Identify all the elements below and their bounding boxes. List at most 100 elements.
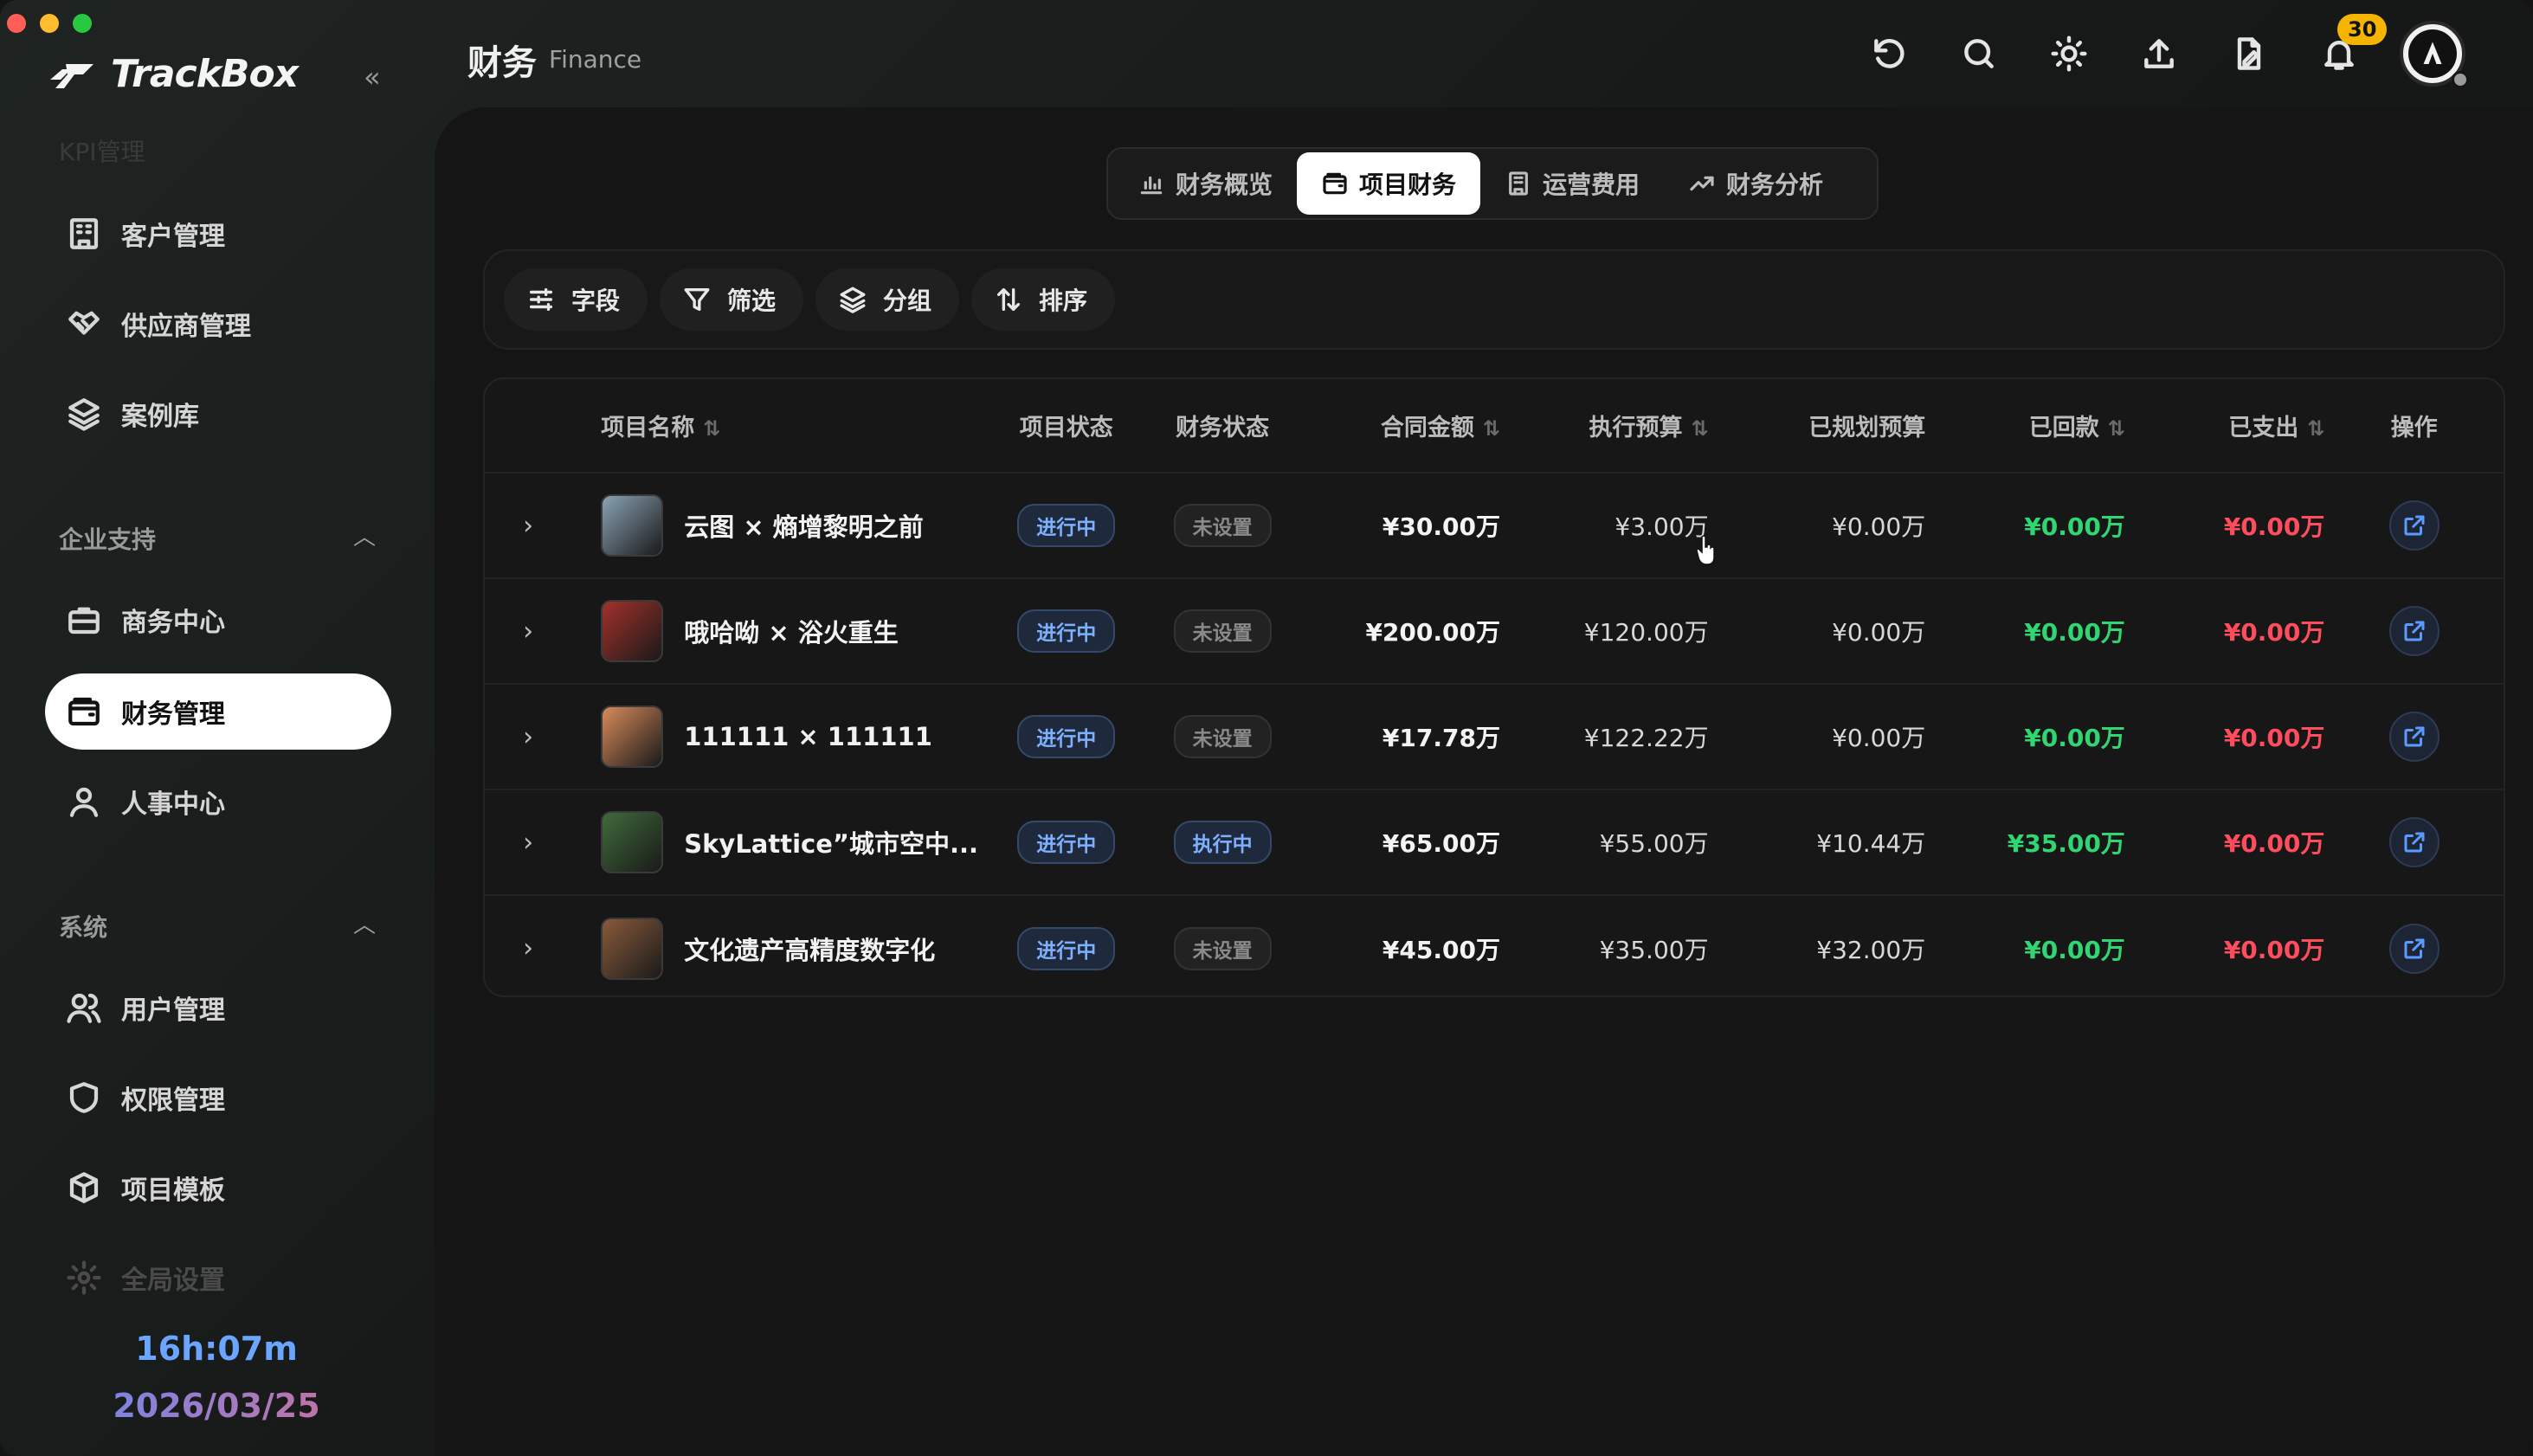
project-thumbnail — [601, 811, 664, 873]
table-toolbar: 字段 筛选 分组 排序 — [483, 249, 2505, 350]
handshake-icon — [68, 311, 100, 335]
project-thumbnail — [601, 494, 664, 557]
sidebar-item-hr[interactable]: 人事中心 — [45, 763, 391, 840]
project-cell[interactable]: 云图 × 熵增黎明之前 — [601, 494, 996, 557]
received-amount: ¥0.00万 — [1925, 683, 2125, 789]
project-name: SkyLattice”城市空中... — [684, 829, 979, 859]
sidebar-item-business[interactable]: 商务中心 — [45, 582, 391, 658]
project-name: 111111 × 111111 — [684, 722, 932, 751]
sort-icon[interactable]: ⇅ — [2108, 416, 2125, 441]
table-row[interactable]: › 哦哈呦 × 浴火重生 进行中 未设置 ¥200.00万 ¥120.00万 ¥… — [485, 577, 2504, 684]
spent-amount: ¥0.00万 — [2124, 894, 2325, 995]
table-row[interactable]: › 云图 × 熵增黎明之前 进行中 未设置 ¥30.00万 ¥3.00万 ¥0.… — [485, 472, 2504, 578]
chevron-right-icon[interactable]: › — [523, 616, 533, 647]
filter-button[interactable]: 筛选 — [660, 268, 804, 331]
exec-budget: ¥122.22万 — [1499, 683, 1709, 789]
theme-toggle-button[interactable] — [2050, 35, 2088, 73]
tab-label: 财务概览 — [1176, 171, 1273, 199]
table-row[interactable]: › 111111 × 111111 进行中 未设置 ¥17.78万 ¥122.2… — [485, 683, 2504, 789]
col-exec-budget-header[interactable]: 执行预算 ⇅ — [1500, 379, 1708, 473]
sliders-icon — [529, 287, 553, 312]
planned-budget: ¥0.00万 — [1708, 472, 1926, 578]
open-project-button[interactable] — [2388, 923, 2440, 974]
contract-amount: ¥200.00万 — [1309, 577, 1500, 684]
tab-label: 运营费用 — [1543, 171, 1640, 199]
sort-label: 排序 — [1039, 287, 1088, 315]
col-contract-header[interactable]: 合同金额 ⇅ — [1309, 379, 1500, 473]
collapse-sidebar-icon[interactable]: « — [364, 61, 381, 93]
tab-project-finance[interactable]: 项目财务 — [1297, 152, 1481, 215]
open-project-button[interactable] — [2388, 712, 2440, 762]
sort-icon[interactable]: ⇅ — [703, 416, 720, 441]
building-icon — [1509, 171, 1528, 196]
building-icon — [69, 218, 99, 249]
sidebar-item-users[interactable]: 用户管理 — [45, 970, 391, 1046]
contract-amount: ¥45.00万 — [1309, 894, 1500, 995]
project-name: 云图 × 熵增黎明之前 — [684, 512, 924, 542]
upload-button[interactable] — [2140, 35, 2178, 73]
col-name-header[interactable]: 项目名称 ⇅ — [571, 379, 996, 473]
main-panel: 财务概览 项目财务 运营费用 财务分析 字段 筛选 分组 排序 项目名称 ⇅ 项… — [435, 107, 2533, 1456]
exec-budget: ¥35.00万 — [1499, 894, 1709, 995]
app-window: TrackBox « KPI管理 客户管理 供应商管理 案例库 企业支持 ︿ 商… — [0, 0, 2533, 1456]
sidebar-item-label: 用户管理 — [121, 995, 225, 1026]
sort-button[interactable]: 排序 — [971, 268, 1116, 331]
table-row[interactable]: › 文化遗产高精度数字化 进行中 未设置 ¥45.00万 ¥35.00万 ¥32… — [485, 894, 2504, 995]
sidebar-item-templates[interactable]: 项目模板 — [45, 1150, 391, 1226]
open-project-button[interactable] — [2388, 606, 2440, 656]
finance-status-badge: 未设置 — [1173, 715, 1272, 758]
brand-logo[interactable]: TrackBox — [45, 52, 299, 96]
chevron-up-icon[interactable]: ︿ — [353, 519, 376, 551]
sidebar-item-permissions[interactable]: 权限管理 — [45, 1060, 391, 1136]
chevron-right-icon[interactable]: › — [523, 933, 533, 963]
open-project-button[interactable] — [2388, 500, 2440, 551]
filter-label: 筛选 — [727, 287, 777, 315]
upload-icon — [2144, 39, 2174, 68]
project-cell[interactable]: SkyLattice”城市空中... — [601, 811, 996, 873]
sidebar-item-case-library[interactable]: 案例库 — [45, 376, 391, 452]
sidebar-item-customers[interactable]: 客户管理 — [45, 196, 391, 272]
sidebar-item-suppliers[interactable]: 供应商管理 — [45, 286, 391, 362]
project-name: 文化遗产高精度数字化 — [684, 935, 936, 965]
chevron-up-icon[interactable]: ︿ — [353, 907, 376, 939]
mouse-cursor-icon — [1696, 535, 1715, 565]
group-button[interactable]: 分组 — [815, 268, 960, 331]
planned-budget: ¥32.00万 — [1708, 894, 1926, 995]
sidebar-item-finance[interactable]: 财务管理 — [45, 673, 391, 750]
chevron-right-icon[interactable]: › — [523, 722, 533, 752]
col-spent-header[interactable]: 已支出 ⇅ — [2125, 379, 2324, 473]
group-enterprise-label[interactable]: 企业支持 — [59, 521, 156, 556]
sidebar-item-settings[interactable]: 全局设置 — [45, 1240, 391, 1316]
sort-icon[interactable]: ⇅ — [2307, 416, 2324, 441]
chevron-right-icon[interactable]: › — [523, 828, 533, 858]
table-body: › 云图 × 熵增黎明之前 进行中 未设置 ¥30.00万 ¥3.00万 ¥0.… — [485, 472, 2504, 995]
project-status-badge: 进行中 — [1017, 609, 1116, 653]
group-system-label[interactable]: 系统 — [59, 909, 107, 944]
exec-budget: ¥55.00万 — [1499, 789, 1709, 895]
project-status-badge: 进行中 — [1017, 926, 1116, 970]
project-cell[interactable]: 文化遗产高精度数字化 — [601, 917, 996, 980]
search-button[interactable] — [1960, 35, 1998, 73]
tab-analysis[interactable]: 财务分析 — [1664, 152, 1847, 215]
fields-button[interactable]: 字段 — [504, 268, 648, 331]
project-cell[interactable]: 哦哈呦 × 浴火重生 — [601, 600, 996, 662]
contract-amount: ¥65.00万 — [1309, 789, 1500, 895]
col-received-header[interactable]: 已回款 ⇅ — [1925, 379, 2125, 473]
refresh-button[interactable] — [1870, 35, 1908, 73]
finance-tabs: 财务概览 项目财务 运营费用 财务分析 — [1106, 147, 1879, 220]
layers-icon — [68, 398, 100, 431]
document-sign-button[interactable] — [2230, 35, 2268, 73]
planned-budget: ¥0.00万 — [1708, 683, 1926, 789]
project-thumbnail — [601, 917, 664, 980]
sort-icon[interactable]: ⇅ — [1483, 416, 1500, 441]
project-cell[interactable]: 111111 × 111111 — [601, 705, 996, 768]
tab-operating-costs[interactable]: 运营费用 — [1480, 152, 1664, 215]
chevron-right-icon[interactable]: › — [523, 511, 533, 541]
sort-icon[interactable]: ⇅ — [1691, 416, 1708, 441]
tab-overview[interactable]: 财务概览 — [1113, 152, 1297, 215]
finance-status-badge: 执行中 — [1173, 821, 1272, 864]
table-row[interactable]: › SkyLattice”城市空中... 进行中 执行中 ¥65.00万 ¥55… — [485, 789, 2504, 895]
sidebar-item-label: 权限管理 — [121, 1086, 225, 1116]
open-project-button[interactable] — [2388, 817, 2440, 867]
avatar-image — [2408, 29, 2457, 78]
